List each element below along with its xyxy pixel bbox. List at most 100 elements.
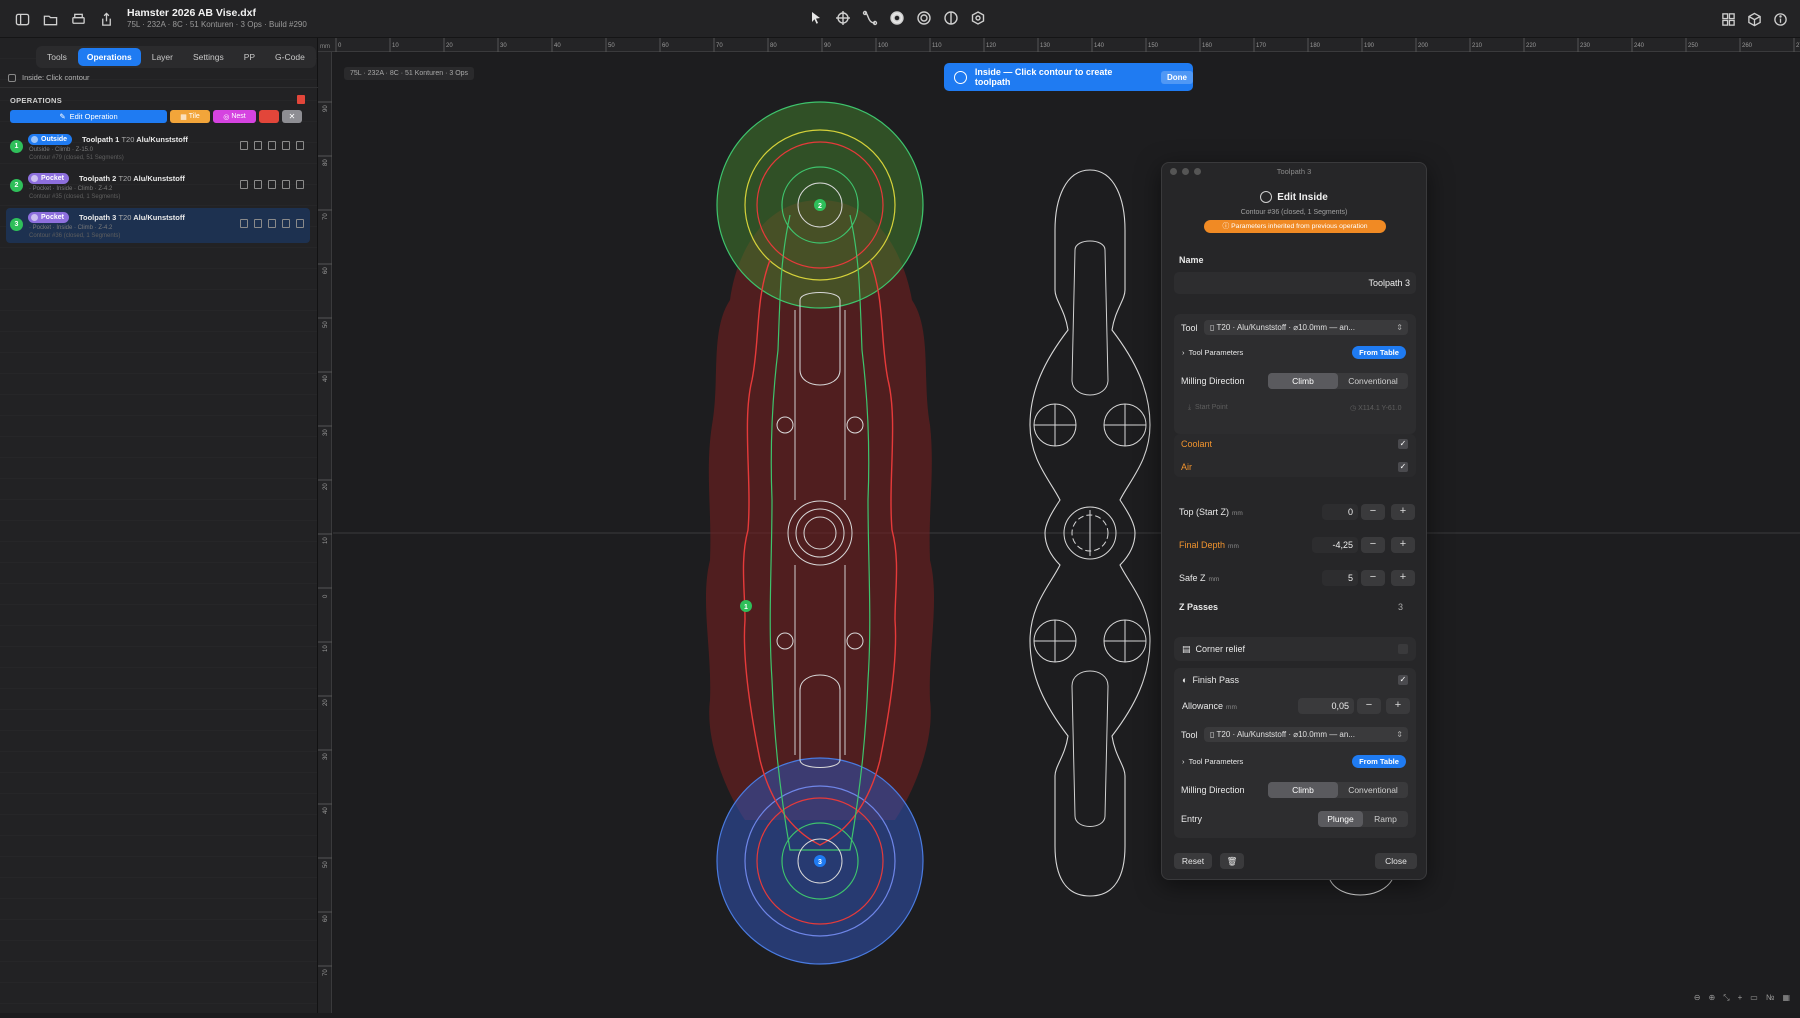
tab-settings[interactable]: Settings [184, 48, 233, 66]
from-table-button[interactable]: From Table [1352, 346, 1406, 359]
trash-icon[interactable] [296, 141, 304, 150]
chevron-right-icon: › [1182, 757, 1189, 766]
corner-relief-checkbox[interactable] [1398, 644, 1408, 654]
tab-layer[interactable]: Layer [143, 48, 182, 66]
trash-icon[interactable]: 🗑 [1220, 853, 1244, 869]
delete-operation-button[interactable] [259, 110, 279, 123]
toast-done-button[interactable]: Done [1161, 71, 1193, 84]
ramp-option[interactable]: Ramp [1363, 811, 1408, 827]
top-start-z-decrement[interactable]: − [1361, 504, 1385, 520]
sidebar-toggle-icon[interactable] [14, 11, 30, 27]
trash-icon[interactable] [296, 219, 304, 228]
chevron-icon[interactable] [282, 219, 290, 228]
finish-conventional-option[interactable]: Conventional [1338, 782, 1408, 798]
operation-row-3[interactable]: 3 Pocket Toolpath 3 T20 Alu/Kunststoff ·… [6, 208, 310, 243]
finish-pass-checkbox[interactable]: ✓ [1398, 675, 1408, 685]
safe-z-decrement[interactable]: − [1361, 570, 1385, 586]
nest-button[interactable]: ◎ Nest [213, 110, 256, 123]
finish-tool-parameters-toggle[interactable]: › Tool Parameters [1182, 757, 1243, 766]
safe-z-input[interactable]: 5 [1322, 570, 1358, 586]
open-folder-icon[interactable] [42, 11, 58, 27]
eye-icon[interactable] [254, 219, 262, 228]
measure-icon[interactable]: ▭ [1750, 993, 1758, 1003]
tab-operations[interactable]: Operations [78, 48, 141, 66]
conventional-option[interactable]: Conventional [1338, 373, 1408, 389]
tab-tools[interactable]: Tools [38, 48, 76, 66]
grid-icon[interactable]: ▦ [1782, 993, 1790, 1003]
final-depth-input[interactable]: -4,25 [1312, 537, 1358, 553]
marker-label: 3 [818, 859, 822, 866]
ruler-tick-label: 120 [986, 43, 997, 49]
top-start-z-input[interactable]: 0 [1322, 504, 1358, 520]
inside-mode-icon[interactable] [916, 10, 932, 26]
path-tool-icon[interactable] [862, 10, 878, 26]
eye-icon[interactable] [254, 180, 262, 189]
finish-climb-option[interactable]: Climb [1268, 782, 1338, 798]
final-depth-decrement[interactable]: − [1361, 537, 1385, 553]
start-point-value: X114.1 Y-61.0 [1358, 405, 1401, 412]
name-input[interactable]: Toolpath 3 [1174, 272, 1416, 294]
zoom-controls: ⊖ ⊕ ⤡ + ▭ № ▦ [1694, 993, 1790, 1003]
pocket-mode-icon[interactable] [943, 10, 959, 26]
ruler-tick-label: 20 [446, 43, 453, 49]
eye-icon[interactable] [254, 141, 262, 150]
document-icon[interactable] [268, 141, 276, 150]
info-icon[interactable] [1772, 11, 1788, 27]
zoom-out-icon[interactable]: ⊖ [1694, 993, 1701, 1003]
air-checkbox[interactable]: ✓ [1398, 462, 1408, 472]
ruler-tick-label: 130 [1040, 43, 1051, 49]
operation-name: Toolpath 1 T20 Alu/Kunststoff [82, 135, 188, 144]
allowance-label: Allowancemm [1182, 701, 1237, 711]
operation-material: Alu/Kunststoff [133, 213, 185, 222]
tool-parameters-toggle[interactable]: › Tool Parameters [1182, 348, 1243, 357]
drill-mode-icon[interactable] [970, 10, 986, 26]
grid-view-icon[interactable] [1720, 11, 1736, 27]
final-depth-increment[interactable]: + [1391, 537, 1415, 553]
finish-tool-select[interactable]: ▯ T20 · Alu/Kunststoff · ⌀10.0mm — an...… [1204, 727, 1408, 742]
numbering-icon[interactable]: № [1766, 993, 1775, 1003]
add-icon[interactable]: + [1738, 993, 1743, 1003]
plunge-option[interactable]: Plunge [1318, 811, 1363, 827]
select-arrow-icon[interactable] [808, 10, 824, 26]
coolant-checkbox[interactable]: ✓ [1398, 439, 1408, 449]
operation-row-2[interactable]: 2 Pocket Toolpath 2 T20 Alu/Kunststoff ·… [6, 169, 310, 204]
document-icon[interactable] [268, 180, 276, 189]
tool-select[interactable]: ▯ T20 · Alu/Kunststoff · ⌀10.0mm — an...… [1204, 320, 1408, 335]
chevron-icon[interactable] [282, 180, 290, 189]
allowance-increment[interactable]: + [1386, 698, 1410, 714]
safe-z-increment[interactable]: + [1391, 570, 1415, 586]
operation-row-1[interactable]: 1 Outside Toolpath 1 T20 Alu/Kunststoff … [6, 130, 310, 165]
delete-all-icon[interactable] [297, 95, 305, 104]
close-button[interactable]: Close [1375, 853, 1417, 869]
export-icon[interactable] [240, 219, 248, 228]
ruler-tick-label: 50 [323, 861, 329, 868]
fit-icon[interactable]: ⤡ [1723, 993, 1729, 1003]
drawing-canvas[interactable]: 1 2 3 [333, 53, 1800, 1013]
trash-icon[interactable] [296, 180, 304, 189]
climb-option[interactable]: Climb [1268, 373, 1338, 389]
document-icon[interactable] [268, 219, 276, 228]
tab-pp[interactable]: PP [235, 48, 264, 66]
finish-from-table-button[interactable]: From Table [1352, 755, 1406, 768]
zoom-in-icon[interactable]: ⊕ [1709, 993, 1716, 1003]
printer-icon[interactable] [70, 11, 86, 27]
export-icon[interactable] [240, 180, 248, 189]
tile-button[interactable]: ▦ Tile [170, 110, 210, 123]
outside-mode-icon[interactable] [889, 10, 905, 26]
export-icon[interactable] [240, 141, 248, 150]
chevron-icon[interactable] [282, 141, 290, 150]
third-part-arc [1330, 880, 1392, 895]
contour-info: Contour #36 (closed, 1 Segments) [1162, 209, 1426, 216]
top-start-z-increment[interactable]: + [1391, 504, 1415, 520]
close-icon[interactable]: ✕ [282, 110, 302, 123]
start-point-button[interactable]: ⤓ Start Point [1188, 404, 1228, 412]
toolpath-drawing[interactable]: 1 2 3 [333, 53, 1800, 1013]
allowance-decrement[interactable]: − [1357, 698, 1381, 714]
allowance-input[interactable]: 0,05 [1298, 698, 1354, 714]
crosshair-icon[interactable] [835, 10, 851, 26]
reset-button[interactable]: Reset [1174, 853, 1212, 869]
share-icon[interactable] [98, 11, 114, 27]
edit-operation-button[interactable]: ✎Edit Operation [10, 110, 167, 123]
3d-view-icon[interactable] [1746, 11, 1762, 27]
tab-gcode[interactable]: G-Code [266, 48, 314, 66]
